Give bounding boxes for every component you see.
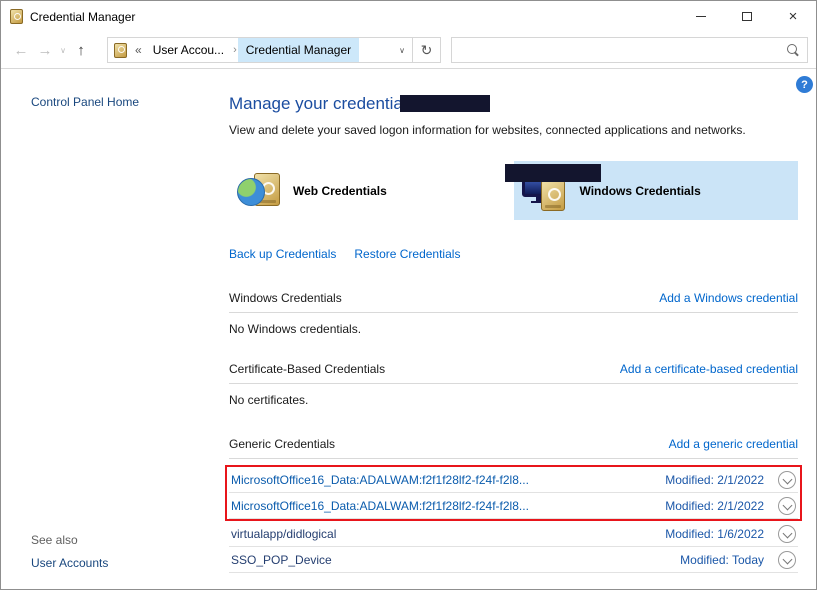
section-title: Certificate-Based Credentials xyxy=(229,362,385,376)
section-certificate-credentials: Certificate-Based Credentials Add a cert… xyxy=(229,362,798,407)
maximize-button[interactable] xyxy=(724,1,770,32)
globe-icon xyxy=(237,178,265,206)
annotation-highlight-box: MicrosoftOffice16_Data:ADALWAM:f2f1f28lf… xyxy=(225,465,802,521)
back-button[interactable]: ← xyxy=(9,42,33,59)
credential-manager-icon xyxy=(10,9,23,24)
close-button[interactable]: × xyxy=(770,1,816,32)
help-button[interactable]: ? xyxy=(796,76,813,93)
breadcrumb-item-user-accounts[interactable]: User Accou... xyxy=(145,38,232,62)
credential-modified: Modified: 1/6/2022 xyxy=(665,527,764,541)
tile-label: Windows Credentials xyxy=(580,184,701,198)
window-title: Credential Manager xyxy=(30,10,135,24)
credential-modified: Modified: 2/1/2022 xyxy=(665,499,764,513)
history-dropdown-button[interactable]: ∨ xyxy=(57,46,69,55)
breadcrumb-overflow-icon[interactable]: « xyxy=(132,43,145,57)
refresh-button[interactable]: ↻ xyxy=(413,37,441,63)
restore-credentials-link[interactable]: Restore Credentials xyxy=(354,247,460,261)
empty-message: No Windows credentials. xyxy=(229,313,798,336)
web-credentials-icon xyxy=(237,169,283,213)
tab-web-credentials[interactable]: Web Credentials xyxy=(229,161,514,220)
chevron-down-icon: ∨ xyxy=(60,46,66,55)
credential-name[interactable]: MicrosoftOffice16_Data:ADALWAM:f2f1f28lf… xyxy=(231,499,665,513)
minimize-button[interactable] xyxy=(678,1,724,32)
credential-name[interactable]: virtualapp/didlogical xyxy=(231,527,665,541)
section-generic-credentials: Generic Credentials Add a generic creden… xyxy=(229,437,798,573)
main-content: ? Manage your credentials View and delet… xyxy=(216,69,816,587)
forward-icon: → xyxy=(38,42,53,59)
help-icon: ? xyxy=(801,79,808,91)
titlebar: Credential Manager × xyxy=(1,1,816,32)
up-button[interactable]: ↑ xyxy=(69,42,93,59)
credential-name[interactable]: SSO_POP_Device xyxy=(231,553,680,567)
dark-artifact-box xyxy=(400,95,490,112)
breadcrumb-dropdown-button[interactable]: ∨ xyxy=(392,46,412,55)
credential-modified: Modified: Today xyxy=(680,553,764,567)
maximize-icon xyxy=(742,12,752,21)
up-icon: ↑ xyxy=(77,42,85,59)
section-title: Generic Credentials xyxy=(229,437,335,451)
credential-row[interactable]: virtualapp/didlogical Modified: 1/6/2022 xyxy=(229,521,798,547)
tile-label: Web Credentials xyxy=(293,184,387,198)
breadcrumb-app-icon xyxy=(114,43,127,58)
credential-actions: Back up Credentials Restore Credentials xyxy=(229,247,798,261)
section-windows-credentials: Windows Credentials Add a Windows creden… xyxy=(229,291,798,336)
window-body: Control Panel Home See also User Account… xyxy=(1,69,816,587)
add-generic-credential-link[interactable]: Add a generic credential xyxy=(669,437,798,451)
navigation-bar: ← → ∨ ↑ « User Accou... › Credential Man… xyxy=(1,32,816,69)
credential-list: MicrosoftOffice16_Data:ADALWAM:f2f1f28lf… xyxy=(229,465,798,573)
breadcrumb: « User Accou... › Credential Manager ∨ xyxy=(107,37,413,63)
credential-manager-window: Credential Manager × ← → ∨ ↑ « User Acco… xyxy=(0,0,817,590)
search-box xyxy=(451,37,808,63)
breadcrumb-item-credential-manager[interactable]: Credential Manager xyxy=(238,38,359,62)
credential-row[interactable]: MicrosoftOffice16_Data:ADALWAM:f2f1f28lf… xyxy=(229,493,798,519)
refresh-icon: ↻ xyxy=(421,42,433,59)
see-also-label: See also xyxy=(31,533,78,547)
forward-button[interactable]: → xyxy=(33,42,57,59)
sidebar-item-control-panel-home[interactable]: Control Panel Home xyxy=(31,95,216,109)
window-controls: × xyxy=(678,1,816,32)
search-input[interactable] xyxy=(459,38,787,62)
chevron-down-icon[interactable] xyxy=(778,471,796,489)
credential-name[interactable]: MicrosoftOffice16_Data:ADALWAM:f2f1f28lf… xyxy=(231,473,665,487)
credential-modified: Modified: 2/1/2022 xyxy=(665,473,764,487)
backup-credentials-link[interactable]: Back up Credentials xyxy=(229,247,336,261)
chevron-down-icon[interactable] xyxy=(778,551,796,569)
back-icon: ← xyxy=(14,42,29,59)
dark-artifact-box xyxy=(505,164,601,182)
close-icon: × xyxy=(789,9,798,24)
sidebar: Control Panel Home See also User Account… xyxy=(1,69,216,587)
credential-row[interactable]: SSO_POP_Device Modified: Today xyxy=(229,547,798,573)
sidebar-item-user-accounts[interactable]: User Accounts xyxy=(31,556,108,570)
minimize-icon xyxy=(696,16,706,17)
credential-row[interactable]: MicrosoftOffice16_Data:ADALWAM:f2f1f28lf… xyxy=(229,467,798,493)
search-icon xyxy=(787,44,800,57)
add-certificate-credential-link[interactable]: Add a certificate-based credential xyxy=(620,362,798,376)
chevron-down-icon[interactable] xyxy=(778,525,796,543)
add-windows-credential-link[interactable]: Add a Windows credential xyxy=(659,291,798,305)
empty-message: No certificates. xyxy=(229,384,798,407)
page-subtitle: View and delete your saved logon informa… xyxy=(229,123,798,137)
section-title: Windows Credentials xyxy=(229,291,342,305)
chevron-down-icon[interactable] xyxy=(778,497,796,515)
page-title: Manage your credentials xyxy=(229,94,798,114)
